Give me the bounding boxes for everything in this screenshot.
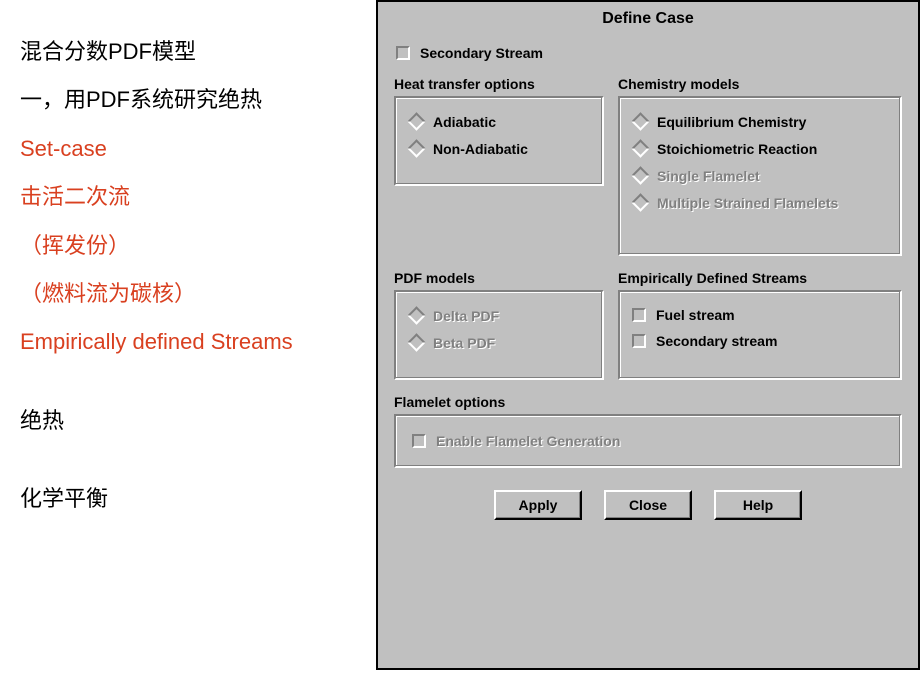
radio-stoichiometric[interactable]: Stoichiometric Reaction [630, 135, 890, 162]
radio-multiple-flamelets: Multiple Strained Flamelets [630, 189, 890, 216]
apply-button[interactable]: Apply [494, 490, 582, 520]
flamelet-options-label: Flamelet options [394, 394, 902, 410]
radio-label: Multiple Strained Flamelets [657, 195, 838, 211]
pdf-models-label: PDF models [394, 270, 604, 286]
chemistry-models-group: Equilibrium Chemistry Stoichiometric Rea… [618, 96, 902, 256]
radio-label: Beta PDF [433, 335, 495, 351]
radio-single-flamelet: Single Flamelet [630, 162, 890, 189]
secondary-stream-checkbox-row[interactable]: Secondary Stream [394, 40, 902, 66]
diamond-radio-icon [407, 139, 425, 157]
checkbox-enable-flamelet: Enable Flamelet Generation [410, 428, 886, 454]
radio-label: Stoichiometric Reaction [657, 141, 817, 157]
checkbox-secondary-stream[interactable]: Secondary stream [630, 328, 890, 354]
radio-label: Single Flamelet [657, 168, 760, 184]
diamond-radio-icon [631, 112, 649, 130]
radio-label: Delta PDF [433, 308, 499, 324]
radio-equilibrium[interactable]: Equilibrium Chemistry [630, 108, 890, 135]
slide-text-area: 混合分数PDF模型 一，用PDF系统研究绝热 Set-case 击活二次流 （挥… [20, 28, 380, 524]
radio-label: Adiabatic [433, 114, 496, 130]
checkbox-icon [396, 46, 410, 60]
checkbox-icon [412, 434, 426, 448]
checkbox-icon [632, 334, 646, 348]
diamond-radio-icon [631, 139, 649, 157]
text-line-red: （燃料流为碳核） [20, 270, 380, 318]
text-line-red: （挥发份） [20, 222, 380, 270]
text-line: 化学平衡 [20, 475, 380, 523]
checkbox-fuel-stream[interactable]: Fuel stream [630, 302, 890, 328]
text-line-red: Empirically defined Streams [20, 318, 380, 366]
heat-transfer-group: Adiabatic Non-Adiabatic [394, 96, 604, 186]
text-line: 混合分数PDF模型 [20, 28, 380, 76]
diamond-radio-icon [631, 193, 649, 211]
dialog-button-row: Apply Close Help [394, 490, 902, 520]
flamelet-options-group: Enable Flamelet Generation [394, 414, 902, 468]
text-line: 绝热 [20, 397, 380, 445]
checkbox-label: Fuel stream [656, 307, 735, 323]
empirically-defined-streams-label: Empirically Defined Streams [618, 270, 902, 286]
checkbox-label: Secondary stream [656, 333, 777, 349]
chemistry-models-label: Chemistry models [618, 76, 902, 92]
diamond-radio-icon [407, 333, 425, 351]
radio-adiabatic[interactable]: Adiabatic [406, 108, 592, 135]
diamond-radio-icon [407, 112, 425, 130]
text-line-red: Set-case [20, 125, 380, 173]
pdf-models-group: Delta PDF Beta PDF [394, 290, 604, 380]
radio-delta-pdf: Delta PDF [406, 302, 592, 329]
checkbox-label: Enable Flamelet Generation [436, 433, 620, 449]
empirically-defined-streams-group: Fuel stream Secondary stream [618, 290, 902, 380]
text-line: 一，用PDF系统研究绝热 [20, 76, 380, 124]
checkbox-icon [632, 308, 646, 322]
diamond-radio-icon [631, 166, 649, 184]
define-case-dialog: Define Case Secondary Stream Heat transf… [376, 0, 920, 670]
radio-beta-pdf: Beta PDF [406, 329, 592, 356]
radio-label: Non-Adiabatic [433, 141, 528, 157]
text-line-red: 击活二次流 [20, 173, 380, 221]
secondary-stream-label: Secondary Stream [420, 45, 543, 61]
diamond-radio-icon [407, 306, 425, 324]
help-button[interactable]: Help [714, 490, 802, 520]
radio-label: Equilibrium Chemistry [657, 114, 806, 130]
radio-non-adiabatic[interactable]: Non-Adiabatic [406, 135, 592, 162]
dialog-body: Secondary Stream Heat transfer options A… [378, 40, 918, 532]
dialog-title: Define Case [378, 2, 918, 40]
heat-transfer-label: Heat transfer options [394, 76, 604, 92]
close-button[interactable]: Close [604, 490, 692, 520]
